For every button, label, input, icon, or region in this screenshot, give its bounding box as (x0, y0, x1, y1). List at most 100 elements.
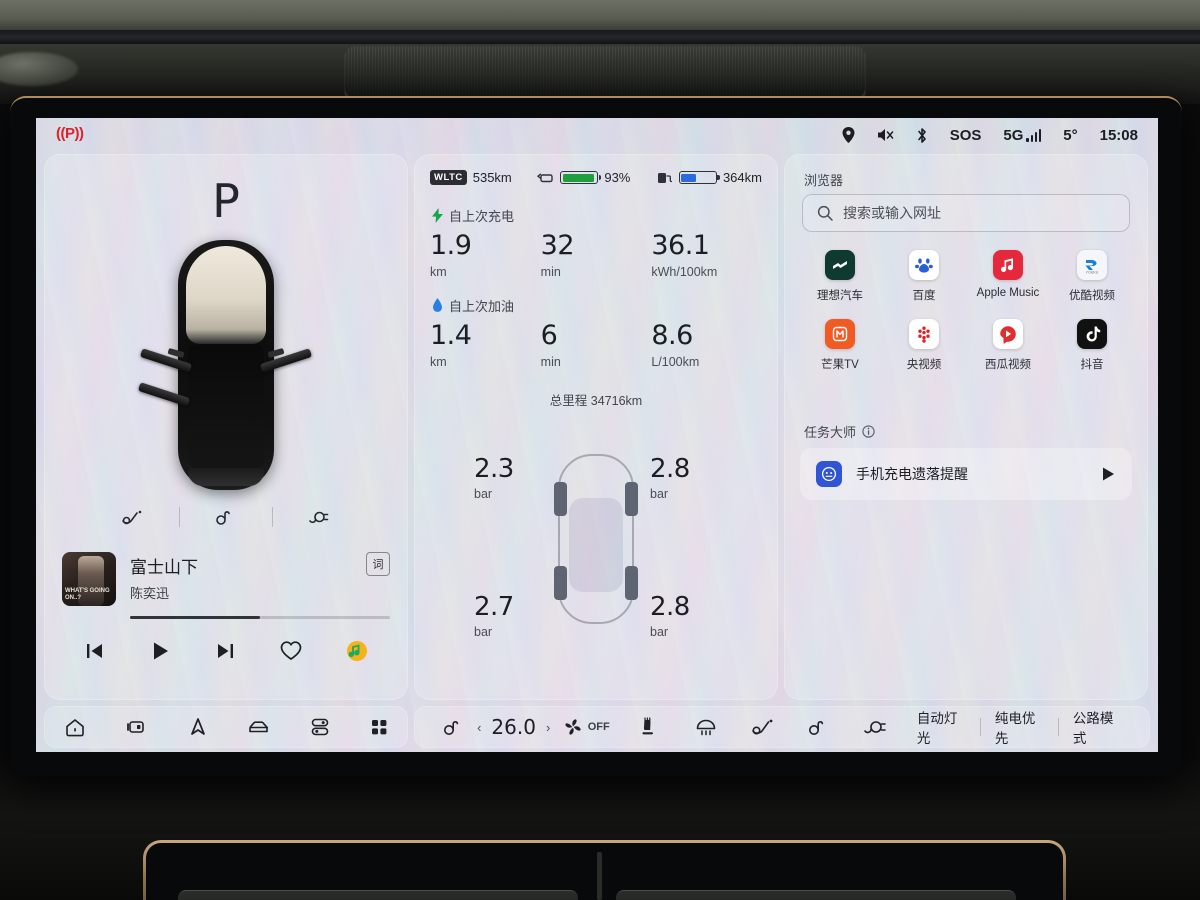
tire-pressure-section[interactable]: 2.3 bar 2.8 bar 2.7 bar 2.8 bar (414, 440, 778, 650)
wiper-washer-button[interactable] (87, 502, 179, 532)
mango-tv-icon (825, 319, 855, 349)
air-vent-blade-left (178, 890, 578, 900)
fuel-gauge-fill (681, 173, 697, 182)
qq-music-icon (347, 641, 368, 661)
album-art[interactable]: WHAT'S GOING ON..? (62, 552, 116, 606)
stat-value: 1.9 (430, 230, 472, 261)
app-label: 优酷视频 (1069, 290, 1115, 302)
charge-stats: 1.9 km 32 min 36.1 kWh/100km (430, 230, 762, 279)
mode-auto-lights[interactable]: 自动灯光 (903, 707, 980, 747)
energy-panel: WLTC 535km 93% 364km 自上次充电 1.9 km 32 min… (414, 154, 778, 700)
speaker-grille-shading (345, 46, 865, 98)
app-shortcut-li-auto[interactable]: 理想汽车 (798, 250, 882, 303)
wiper-washer-button[interactable] (734, 712, 790, 742)
sos-button[interactable]: SOS (950, 127, 982, 144)
charge-port-button[interactable] (273, 502, 365, 532)
next-icon (217, 644, 233, 658)
media-progress-bar[interactable] (130, 616, 390, 619)
wheel-rear-right (625, 566, 638, 600)
stat-value: 32 (540, 230, 575, 261)
tire-unit: bar (650, 625, 669, 639)
dashboard-seam (0, 30, 1200, 44)
ev-battery-icon (537, 173, 554, 182)
app-shortcut-xigua-video[interactable]: 西瓜视频 (966, 319, 1050, 372)
temperature-value[interactable]: 26.0 (491, 715, 536, 739)
app-shortcut-grid: 理想汽车 百度 Apple Music YOUKU 优酷视频 芒果TV 央视频 … (798, 250, 1134, 372)
mode-highway[interactable]: 公路模式 (1059, 707, 1136, 747)
vehicle-quick-actions (44, 502, 408, 532)
tire-diagram-cabin (569, 498, 623, 592)
youku-icon: YOUKU (1077, 250, 1107, 280)
app-shortcut-baidu[interactable]: 百度 (882, 250, 966, 303)
app-shortcut-cctv-video[interactable]: 央视频 (882, 319, 966, 372)
nav-settings-button[interactable] (309, 712, 331, 742)
mode-ev-priority[interactable]: 纯电优先 (981, 707, 1058, 747)
rear-defrost-button[interactable] (678, 712, 734, 742)
media-progress-fill (130, 616, 260, 619)
app-shortcut-youku[interactable]: YOUKU 优酷视频 (1050, 250, 1134, 303)
tire-front-left: 2.3 bar (474, 454, 514, 501)
vehicle-top-view[interactable] (137, 240, 313, 490)
bottom-nav-bar (44, 706, 408, 748)
nav-navigation-button[interactable] (187, 712, 209, 742)
browser-title: 浏览器 (804, 173, 844, 188)
charge-port-icon (309, 511, 329, 524)
fan-icon (565, 719, 581, 735)
search-input[interactable]: 搜索或输入网址 (802, 194, 1130, 232)
play-button[interactable] (149, 640, 171, 662)
temperature-decrease-button[interactable]: ‹ (477, 720, 481, 735)
album-art-text: WHAT'S GOING ON..? (65, 588, 110, 601)
browser-panel: 浏览器 搜索或输入网址 理想汽车 百度 Apple Music YOUKU 优酷… (784, 154, 1148, 700)
task-master-play-button[interactable] (1101, 466, 1116, 482)
range-row: WLTC 535km 93% 364km (430, 170, 762, 185)
app-shortcut-apple-music[interactable]: Apple Music (966, 250, 1050, 303)
qq-music-button[interactable] (346, 640, 368, 662)
location-pin-icon[interactable] (842, 127, 855, 143)
stat-unit: kWh/100km (651, 265, 718, 279)
fan-control-button[interactable]: OFF (550, 712, 621, 742)
task-master-card[interactable]: 手机充电遗落提醒 (800, 448, 1132, 500)
climate-unlock-button[interactable] (428, 712, 477, 742)
app-label: 西瓜视频 (985, 359, 1031, 371)
bluetooth-icon[interactable] (916, 127, 928, 144)
track-artist: 陈奕迅 (130, 586, 170, 601)
tire-unit: bar (474, 625, 493, 639)
vehicle-windshield (186, 246, 266, 344)
next-track-button[interactable] (214, 641, 236, 661)
stat-value: 1.4 (430, 320, 472, 351)
fuel-section-label-text: 自上次加油 (449, 299, 515, 314)
rear-defrost-icon (696, 719, 716, 736)
signal-bars-icon (1026, 128, 1042, 142)
nav-vehicle-button[interactable] (246, 712, 272, 742)
tire-unit: bar (474, 487, 493, 501)
wheel-front-left (554, 482, 567, 516)
reminder-icon (816, 461, 842, 487)
vehicle-icon (248, 721, 268, 733)
apps-grid-icon (371, 720, 386, 735)
previous-track-button[interactable] (84, 641, 106, 661)
task-master-title-text: 任务大师 (804, 425, 857, 440)
play-icon (153, 642, 168, 660)
climate-charge-button[interactable] (847, 712, 903, 742)
tire-value: 2.8 (650, 592, 690, 622)
gear-indicator: P (212, 174, 240, 228)
climate-door-button[interactable] (790, 712, 846, 742)
nav-dashcam-button[interactable] (124, 712, 150, 742)
app-shortcut-douyin[interactable]: 抖音 (1050, 319, 1134, 372)
fan-state-label: OFF (587, 721, 610, 733)
nav-home-button[interactable] (63, 712, 87, 742)
wltc-range: WLTC 535km (430, 170, 512, 185)
mute-icon[interactable] (877, 127, 894, 143)
seat-heater-button[interactable] (621, 712, 677, 742)
lyrics-button[interactable]: 词 (366, 552, 390, 576)
door-unlock-button[interactable] (180, 502, 272, 532)
app-label: Apple Music (976, 287, 1040, 299)
tire-value: 2.8 (650, 454, 690, 484)
info-icon (862, 425, 875, 438)
battery-status: 93% (537, 170, 630, 185)
nav-apps-button[interactable] (368, 712, 390, 742)
favorite-button[interactable] (279, 640, 303, 662)
fuel-stats: 1.4 km 6 min 8.6 L/100km (430, 320, 762, 369)
app-shortcut-mango-tv[interactable]: 芒果TV (798, 319, 882, 372)
wiper-icon (752, 719, 773, 735)
